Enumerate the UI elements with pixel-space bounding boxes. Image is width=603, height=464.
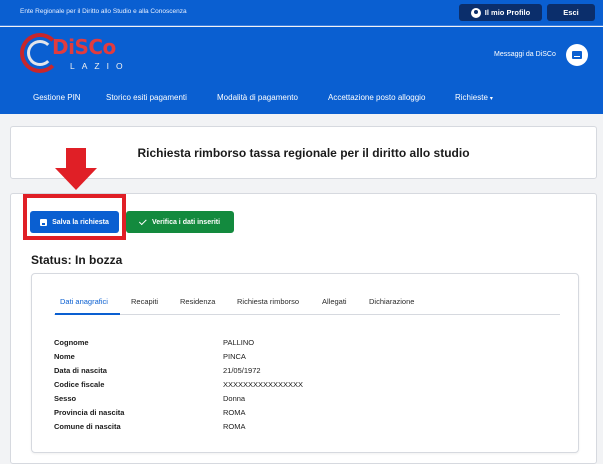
messages-button[interactable]: [566, 44, 588, 66]
top-bar: Ente Regionale per il Diritto allo Studi…: [0, 0, 603, 26]
header: DiSCo LAZIO Messaggi da DiSCo Gestione P…: [0, 27, 603, 114]
tab-recapiti[interactable]: Recapiti: [131, 297, 158, 306]
tab-richiesta-rimborso[interactable]: Richiesta rimborso: [237, 297, 299, 306]
check-icon: [138, 217, 147, 226]
field-value-nome: PINCA: [223, 352, 246, 361]
nav-item-gestione-pin[interactable]: Gestione PIN: [33, 93, 81, 102]
field-value-cognome: PALLINO: [223, 338, 255, 347]
tab-dati-anagrafici[interactable]: Dati anagrafici: [60, 297, 108, 306]
messages-label[interactable]: Messaggi da DiSCo: [494, 51, 556, 58]
verify-data-button[interactable]: Verifica i dati inseriti: [126, 211, 234, 233]
field-label-codice-fiscale: Codice fiscale: [54, 380, 105, 389]
field-label-sesso: Sesso: [54, 394, 77, 403]
logout-button[interactable]: Esci: [547, 4, 595, 21]
tab-dichiarazione[interactable]: Dichiarazione: [369, 297, 414, 306]
profile-button[interactable]: Il mio Profilo: [459, 4, 542, 21]
field-label-nome: Nome: [54, 352, 75, 361]
tab-residenza[interactable]: Residenza: [180, 297, 215, 306]
annotation-highlight-box: [23, 194, 126, 240]
field-label-cognome: Cognome: [54, 338, 89, 347]
field-value-sesso: Donna: [223, 394, 246, 403]
verify-data-label: Verifica i dati inseriti: [151, 218, 221, 226]
chevron-down-icon: ▾: [489, 96, 493, 102]
field-value-data-nascita: 21/05/1972: [223, 366, 261, 375]
tab-bar: Dati anagrafici Recapiti Residenza Richi…: [54, 297, 560, 315]
nav-item-storico-esiti[interactable]: Storico esiti pagamenti: [106, 93, 187, 102]
logo-inner-ring-icon: [27, 40, 53, 66]
field-label-provincia-nascita: Provincia di nascita: [54, 408, 125, 417]
nav-item-richieste[interactable]: Richieste ▾: [455, 93, 493, 102]
field-label-comune-nascita: Comune di nascita: [54, 422, 121, 431]
logo-subtitle: LAZIO: [70, 61, 130, 71]
envelope-icon: [572, 51, 582, 59]
nav-item-modalita-pagamento[interactable]: Modalità di pagamento: [217, 93, 298, 102]
disco-logo[interactable]: DiSCo LAZIO: [18, 31, 128, 75]
title-card: Richiesta rimborso tassa regionale per i…: [10, 126, 597, 179]
field-value-codice-fiscale: XXXXXXXXXXXXXXXX: [223, 380, 304, 389]
field-value-comune-nascita: ROMA: [223, 422, 246, 431]
active-tab-indicator: [55, 313, 120, 315]
field-value-provincia-nascita: ROMA: [223, 408, 246, 417]
main-nav: Gestione PIN Storico esiti pagamenti Mod…: [0, 90, 603, 108]
logo-word: DiSCo: [52, 35, 116, 59]
page-title: Richiesta rimborso tassa regionale per i…: [137, 146, 470, 160]
nav-item-richieste-label: Richieste: [455, 93, 488, 102]
annotation-arrow-down-icon: [55, 168, 97, 190]
ente-label: Ente Regionale per il Diritto allo Studi…: [20, 8, 187, 15]
status-label: Status: In bozza: [31, 253, 123, 267]
profile-label: Il mio Profilo: [484, 8, 531, 17]
nav-item-accettazione-alloggio[interactable]: Accettazione posto alloggio: [328, 93, 425, 102]
field-label-data-nascita: Data di nascita: [54, 366, 107, 375]
tab-allegati[interactable]: Allegati: [322, 297, 347, 306]
user-icon: [470, 7, 481, 18]
annotation-arrow-shaft: [66, 148, 86, 168]
